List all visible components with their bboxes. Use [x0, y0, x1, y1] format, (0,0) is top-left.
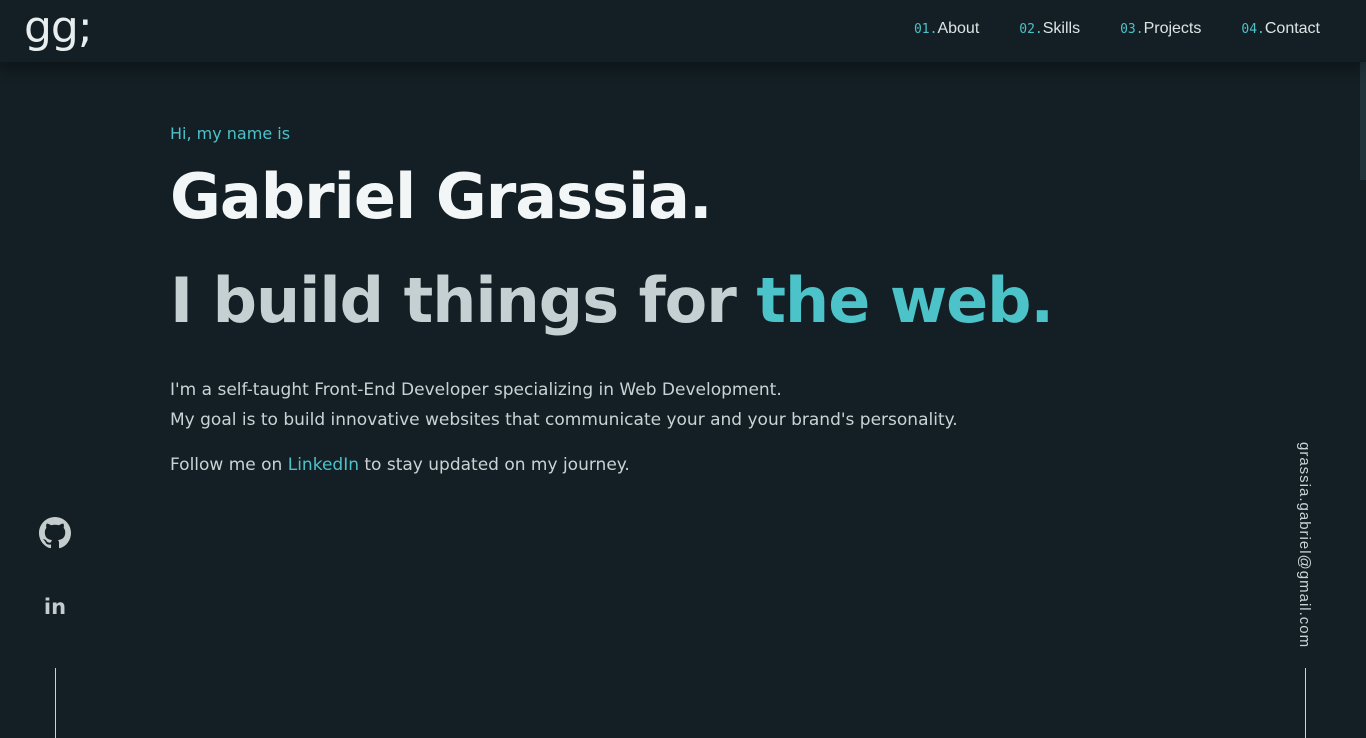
nav-label: Projects — [1143, 20, 1202, 37]
linkedin-link[interactable]: LinkedIn — [288, 455, 359, 475]
email-link[interactable]: grassia.gabriel@gmail.com — [1296, 442, 1313, 648]
nav-number: 01. — [913, 22, 938, 37]
nav-label: About — [937, 20, 980, 37]
follow-suffix: to stay updated on my journey. — [358, 455, 630, 475]
nav-item-contact[interactable]: 04.Contact — [1241, 20, 1320, 38]
github-icon — [39, 517, 71, 549]
main-nav: 01.About 02.Skills 03.Projects 04.Contac… — [914, 20, 1320, 38]
description-line: My goal is to build innovative websites … — [170, 410, 958, 430]
github-link[interactable] — [38, 516, 72, 550]
linkedin-icon: in — [43, 595, 67, 619]
header: gg; 01.About 02.Skills 03.Projects 04.Co… — [0, 0, 1366, 62]
follow-text: Follow me on LinkedIn to stay updated on… — [170, 455, 1070, 475]
nav-item-skills[interactable]: 02.Skills — [1019, 20, 1080, 38]
tagline-prefix: I build things for — [170, 264, 757, 337]
nav-number: 04. — [1241, 22, 1265, 37]
hero-tagline: I build things for the web. — [170, 261, 1070, 341]
hero-section: Hi, my name is Gabriel Grassia. I build … — [170, 120, 1070, 475]
scrollbar-thumb[interactable] — [1360, 62, 1366, 180]
logo[interactable]: gg; — [24, 2, 93, 54]
tagline-accent: the web. — [756, 264, 1054, 337]
right-divider-line — [1305, 668, 1306, 738]
nav-number: 03. — [1120, 22, 1144, 37]
greeting: Hi, my name is — [170, 124, 291, 143]
description-line: I'm a self-taught Front-End Developer sp… — [170, 380, 782, 400]
nav-item-about[interactable]: 01.About — [914, 20, 979, 38]
left-divider-line — [55, 668, 56, 738]
nav-item-projects[interactable]: 03.Projects — [1120, 20, 1201, 38]
hero-name: Gabriel Grassia. — [170, 160, 713, 233]
follow-prefix: Follow me on — [170, 455, 288, 475]
nav-label: Skills — [1042, 20, 1081, 37]
page: gg; 01.About 02.Skills 03.Projects 04.Co… — [0, 0, 1366, 738]
linkedin-social-link[interactable]: in — [38, 590, 72, 624]
hero-description: I'm a self-taught Front-End Developer sp… — [170, 375, 1070, 435]
nav-number: 02. — [1019, 22, 1043, 37]
nav-label: Contact — [1264, 20, 1320, 37]
